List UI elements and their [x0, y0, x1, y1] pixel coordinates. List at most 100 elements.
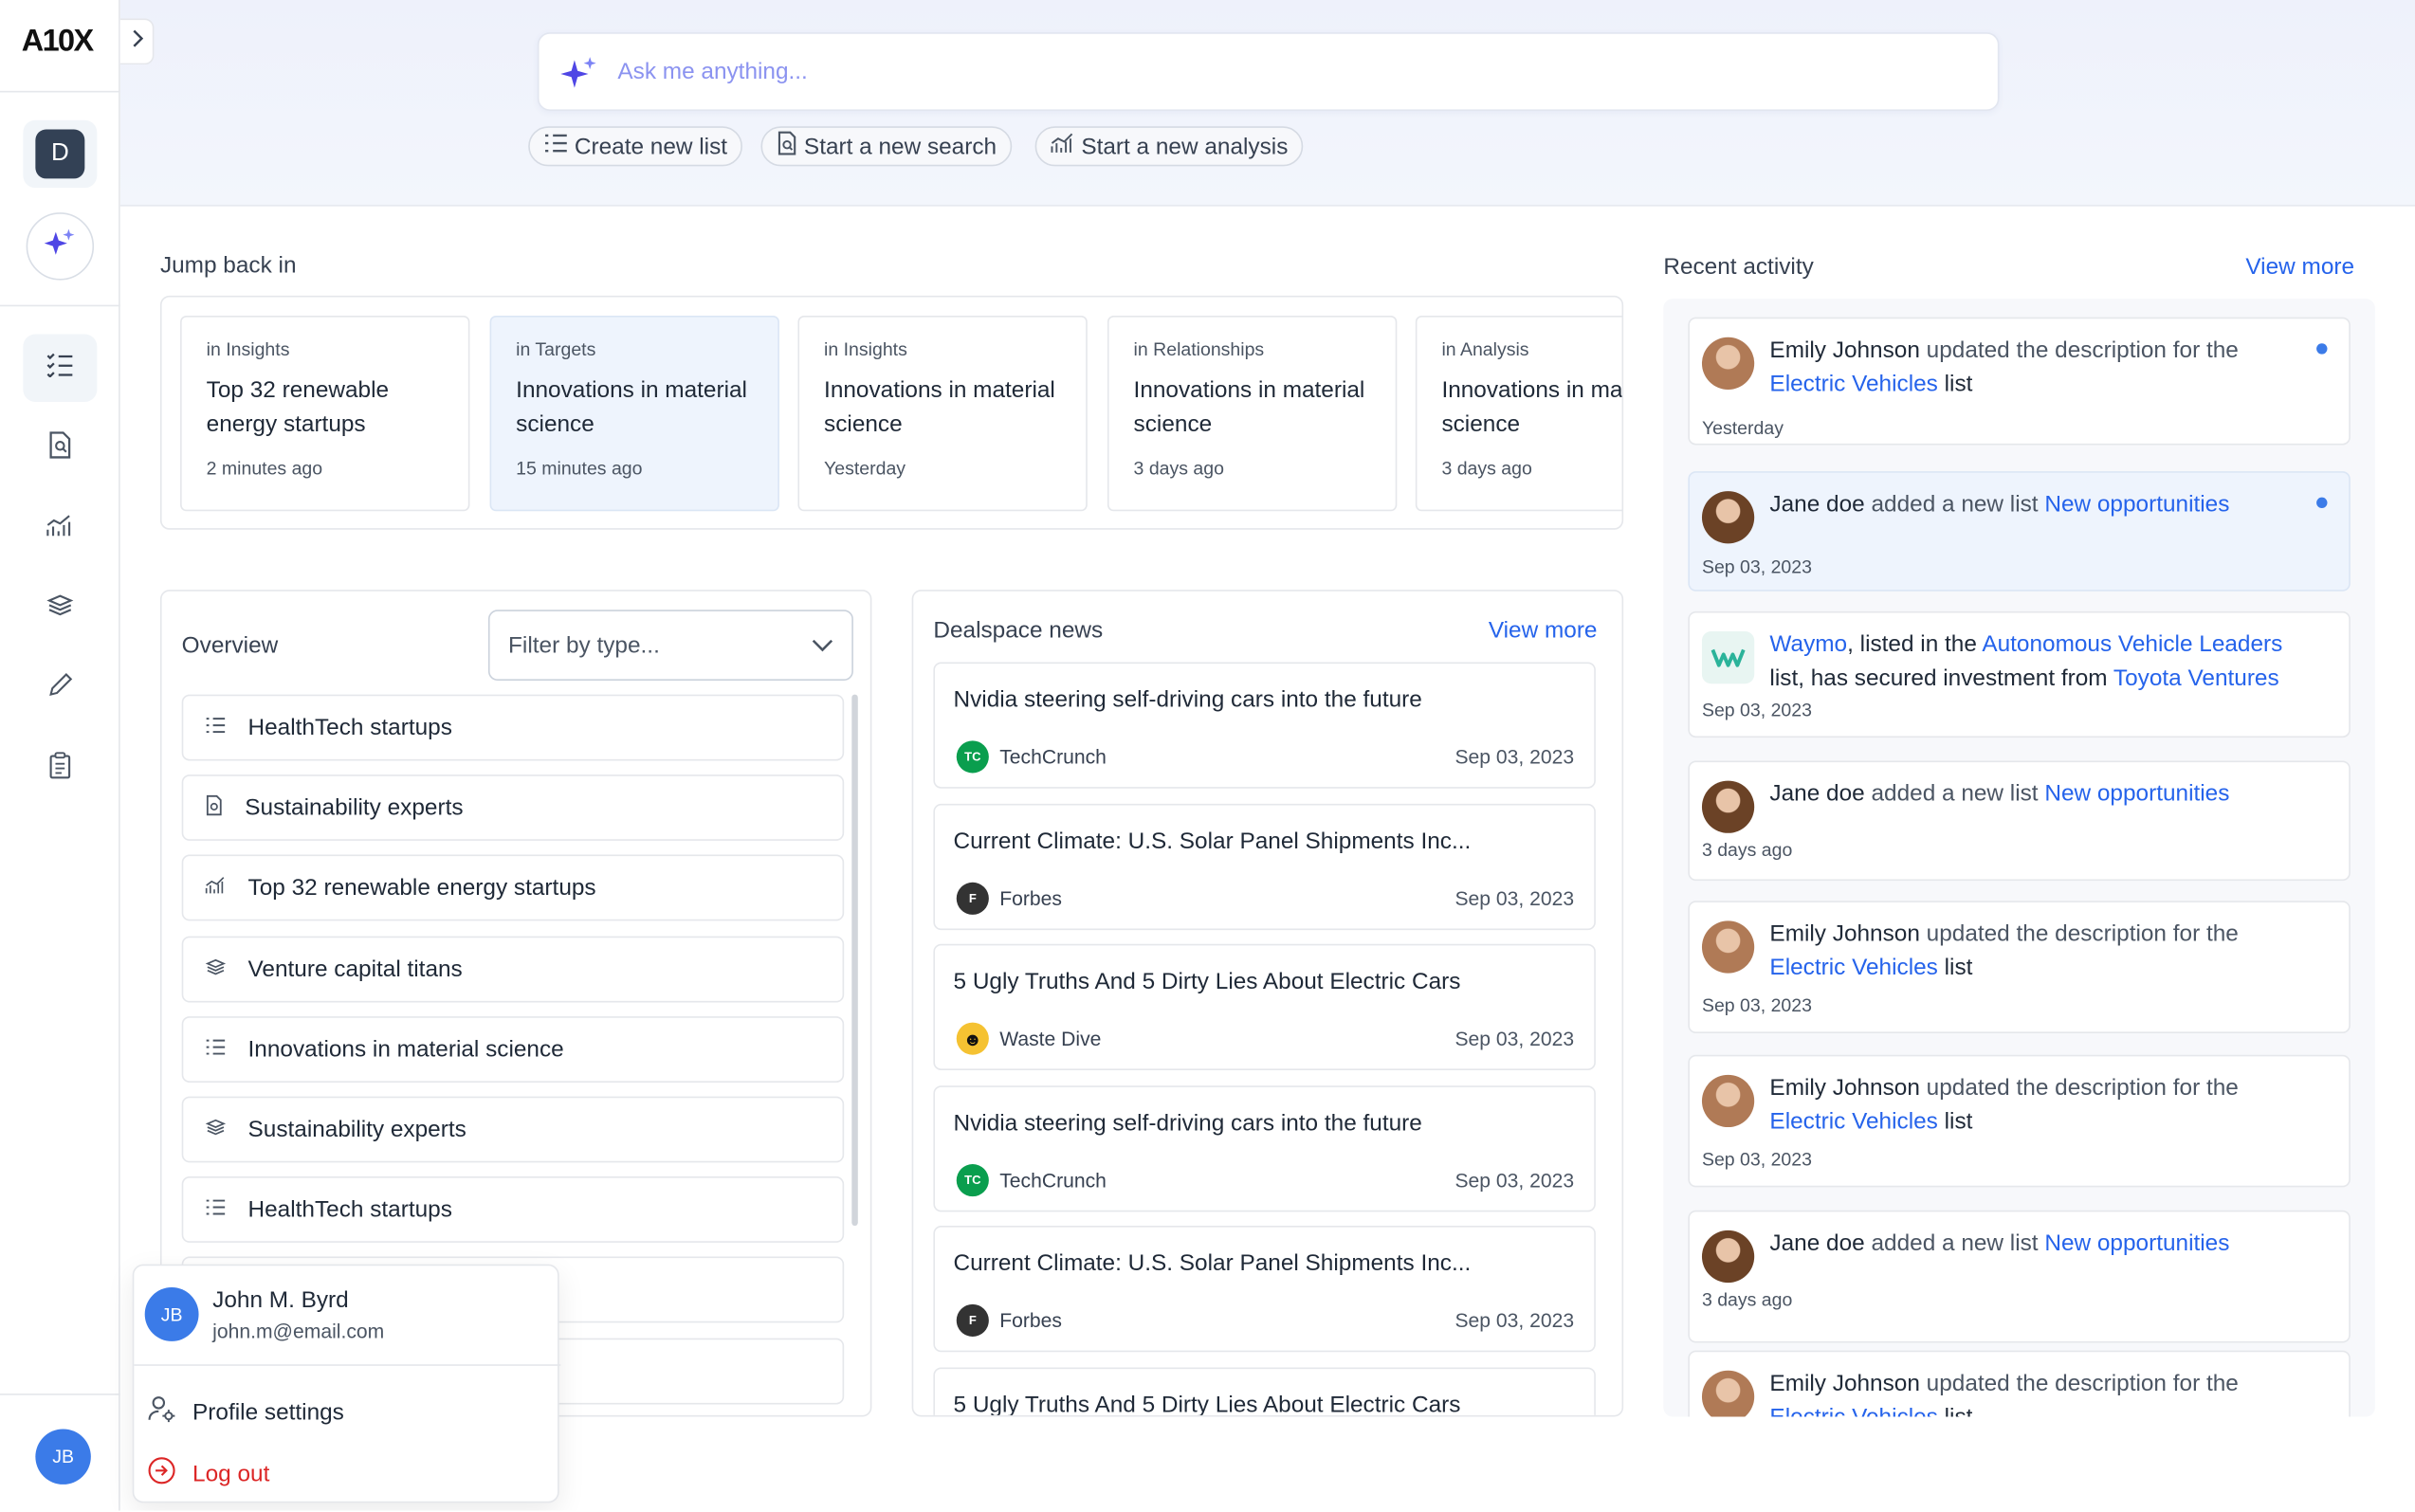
activity-date: Sep 03, 2023: [1701, 699, 1812, 721]
create-new-list-button[interactable]: Create new list: [528, 126, 743, 167]
activity-item[interactable]: Emily Johnson updated the description fo…: [1688, 901, 2351, 1033]
sidebar-divider: [0, 1394, 120, 1395]
jump-card-category: in Analysis: [1441, 338, 1529, 361]
news-card[interactable]: Current Climate: U.S. Solar Panel Shipme…: [933, 803, 1596, 930]
activity-target-link[interactable]: Electric Vehicles: [1769, 1404, 1937, 1416]
overview-list-item[interactable]: HealthTech startups: [181, 694, 845, 761]
overview-item-label: Sustainability experts: [247, 1116, 467, 1143]
jump-card[interactable]: in Insights Innovations in material scie…: [797, 316, 1088, 512]
ask-ai-input[interactable]: Ask me anything...: [537, 32, 2000, 111]
overview-item-label: HealthTech startups: [247, 1196, 452, 1224]
avatar: [1701, 491, 1755, 544]
sidebar-item-analysis[interactable]: [23, 494, 97, 561]
activity-item[interactable]: Emily Johnson updated the description fo…: [1688, 1054, 2351, 1188]
news-source: Forbes: [999, 1308, 1062, 1333]
app-logo[interactable]: A10X: [22, 25, 94, 60]
chevron-right-icon: [130, 27, 143, 55]
user-avatar-button[interactable]: JB: [35, 1429, 91, 1485]
jump-card-time: 15 minutes ago: [516, 457, 643, 480]
list-icon: [543, 133, 568, 160]
news-headline: Current Climate: U.S. Solar Panel Shipme…: [953, 1250, 1472, 1277]
activity-investor-link[interactable]: Toyota Ventures: [2113, 665, 2279, 692]
menu-divider: [134, 1364, 561, 1366]
news-card[interactable]: 5 Ugly Truths And 5 Dirty Lies About Ele…: [933, 1366, 1596, 1415]
sidebar-item-edit[interactable]: [23, 654, 97, 721]
activity-target-link[interactable]: Electric Vehicles: [1769, 955, 1937, 981]
news-view-more-link[interactable]: View more: [1489, 617, 1598, 644]
activity-actor: Jane doe: [1769, 780, 1865, 808]
start-new-analysis-button[interactable]: Start a new analysis: [1034, 126, 1304, 167]
activity-action: updated the description for the: [1919, 337, 2239, 364]
activity-actor: Emily Johnson: [1769, 337, 1920, 364]
overview-list-item[interactable]: Sustainability experts: [181, 1096, 845, 1163]
workspace-switcher[interactable]: D: [23, 119, 98, 189]
activity-target-link[interactable]: Electric Vehicles: [1769, 1109, 1937, 1136]
jump-card-time: 3 days ago: [1441, 457, 1532, 480]
jump-card[interactable]: in Analysis Innovations in material scie…: [1415, 316, 1623, 512]
activity-text: Emily Johnson updated the description fo…: [1769, 334, 2293, 401]
activity-company-link[interactable]: Waymo: [1769, 631, 1847, 658]
activity-target-link[interactable]: Autonomous Vehicle Leaders: [1982, 631, 2282, 658]
activity-target-link[interactable]: New opportunities: [2044, 1230, 2229, 1257]
news-card[interactable]: Nvidia steering self-driving cars into t…: [933, 1084, 1596, 1211]
ai-assistant-button[interactable]: [26, 212, 95, 281]
jump-card-time: 3 days ago: [1133, 457, 1224, 480]
activity-action: updated the description for the: [1919, 920, 2239, 948]
news-headline: Nvidia steering self-driving cars into t…: [953, 1109, 1422, 1136]
activity-date: Sep 03, 2023: [1701, 1148, 1812, 1171]
jump-card-title: Innovations in material science: [824, 376, 1055, 438]
filter-by-type-select[interactable]: Filter by type...: [487, 610, 853, 681]
logout-menu-item[interactable]: Log out: [146, 1455, 269, 1492]
jump-card-title: Top 32 renewable energy startups: [206, 376, 390, 438]
activity-action: , listed in the: [1847, 631, 1983, 658]
activity-item[interactable]: Jane doe added a new list New opportunit…: [1688, 1210, 2351, 1343]
sidebar-divider: [0, 304, 120, 307]
sidebar-item-layers[interactable]: [23, 574, 97, 642]
unread-indicator: [2316, 343, 2328, 355]
activity-text: Jane doe added a new list New opportunit…: [1769, 777, 2293, 811]
activity-item[interactable]: Waymo, listed in the Autonomous Vehicle …: [1688, 610, 2351, 738]
list-icon: [46, 352, 74, 384]
overview-scrollbar[interactable]: [851, 694, 858, 1227]
activity-item[interactable]: Emily Johnson updated the description fo…: [1688, 1350, 2351, 1417]
overview-list-item[interactable]: Venture capital titans: [181, 935, 845, 1002]
activity-date: Sep 03, 2023: [1701, 556, 1812, 578]
sidebar-item-lists[interactable]: [23, 334, 98, 402]
jump-back-title: Jump back in: [159, 252, 297, 280]
news-card[interactable]: 5 Ugly Truths And 5 Dirty Lies About Ele…: [933, 943, 1596, 1070]
activity-target-link[interactable]: New opportunities: [2044, 781, 2229, 808]
jump-card-title: Innovations in material science: [1441, 376, 1623, 438]
news-card[interactable]: Current Climate: U.S. Solar Panel Shipme…: [933, 1226, 1596, 1353]
activity-target-link[interactable]: Electric Vehicles: [1769, 371, 1937, 397]
start-new-search-button[interactable]: Start a new search: [760, 126, 1013, 167]
list-icon: [205, 715, 227, 741]
jump-card[interactable]: in Relationships Innovations in material…: [1107, 316, 1398, 512]
sidebar-item-clipboard[interactable]: [23, 735, 97, 802]
activity-item[interactable]: Emily Johnson updated the description fo…: [1688, 317, 2351, 446]
profile-settings-menu-item[interactable]: Profile settings: [146, 1394, 344, 1430]
sidebar-item-search[interactable]: [23, 414, 97, 482]
news-title: Dealspace news: [933, 617, 1104, 644]
analysis-chart-icon: [205, 875, 227, 902]
sidebar-toggle-button[interactable]: [119, 18, 155, 65]
news-card[interactable]: Nvidia steering self-driving cars into t…: [933, 662, 1596, 789]
overview-list-item[interactable]: Innovations in material science: [181, 1015, 845, 1083]
overview-list-item[interactable]: HealthTech startups: [181, 1176, 845, 1244]
overview-list-item[interactable]: Sustainability experts: [181, 774, 845, 842]
avatar: [1701, 1074, 1755, 1128]
sparkle-icon: [40, 223, 80, 270]
filter-placeholder: Filter by type...: [508, 631, 660, 659]
activity-item[interactable]: Jane doe added a new list New opportunit…: [1688, 760, 2351, 882]
layers-icon: [205, 956, 227, 982]
jump-card[interactable]: in Targets Innovations in material scien…: [489, 316, 779, 512]
overview-list-item[interactable]: Top 32 renewable energy startups: [181, 855, 845, 922]
activity-actor: Emily Johnson: [1769, 1370, 1920, 1397]
avatar: JB: [144, 1286, 199, 1341]
activity-item[interactable]: Jane doe added a new list New opportunit…: [1688, 471, 2351, 592]
activity-text: Emily Johnson updated the description fo…: [1769, 1072, 2293, 1139]
activity-target-link[interactable]: New opportunities: [2044, 491, 2229, 518]
sidebar: A10X D JB: [0, 0, 120, 1511]
jump-card[interactable]: in Insights Top 32 renewable energy star…: [180, 316, 470, 512]
jump-card-title: Innovations in material science: [1133, 376, 1365, 438]
activity-view-more-link[interactable]: View more: [2245, 254, 2354, 281]
